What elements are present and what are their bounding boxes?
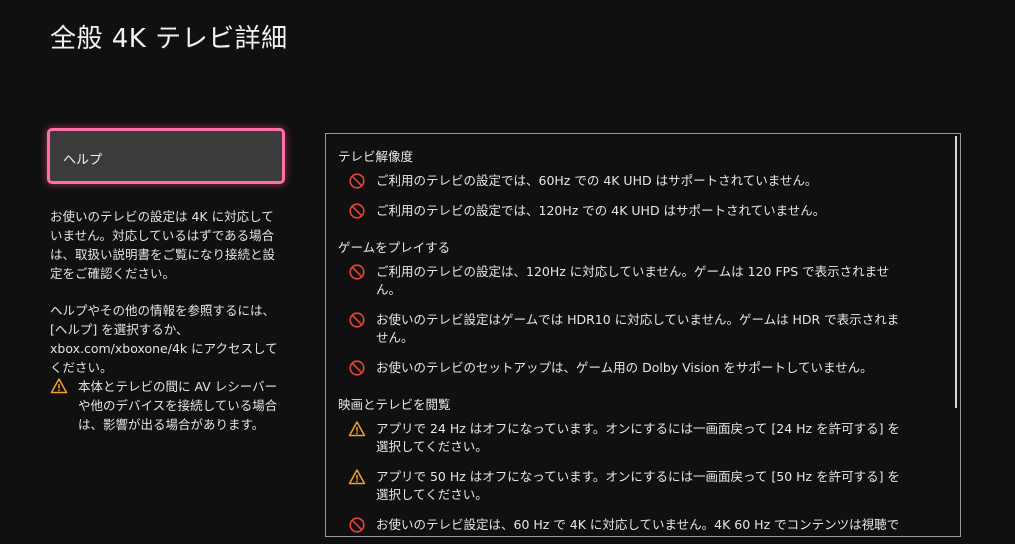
list-item: アプリで 50 Hz はオフになっています。オンにするには一画面戻って [50 … xyxy=(348,468,908,504)
page-title: 全般 4K テレビ詳細 xyxy=(50,24,288,54)
scrollbar[interactable] xyxy=(955,136,957,408)
prohibited-icon xyxy=(348,202,366,220)
list-item: お使いのテレビのセットアップは、ゲーム用の Dolby Vision をサポート… xyxy=(348,359,908,377)
item-text: アプリで 50 Hz はオフになっています。オンにするには一画面戻って [50 … xyxy=(376,469,900,502)
item-text: アプリで 24 Hz はオフになっています。オンにするには一画面戻って [24 … xyxy=(376,421,900,454)
details-panel[interactable]: テレビ解像度 ご利用のテレビの設定では、60Hz での 4K UHD はサポート… xyxy=(325,133,961,537)
info-paragraph: お使いのテレビの設定は 4K に対応していません。対応しているはずである場合は、… xyxy=(50,209,276,281)
section-title-gaming: ゲームをプレイする xyxy=(338,240,451,255)
item-text: ご利用のテレビの設定では、120Hz での 4K UHD はサポートされていませ… xyxy=(376,203,826,218)
item-text: ご利用のテレビの設定は、120Hz に対応していません。ゲームは 120 FPS… xyxy=(376,264,890,297)
item-text: お使いのテレビ設定は、60 Hz で 4K に対応していません。4K 60 Hz… xyxy=(376,517,900,536)
prohibited-icon xyxy=(348,172,366,190)
item-text: お使いのテレビ設定はゲームでは HDR10 に対応していません。ゲームは HDR… xyxy=(376,312,900,345)
help-info-paragraph: ヘルプやその他の情報を参照するには、[ヘルプ] を選択するか、xbox.com/… xyxy=(50,303,278,375)
prohibited-icon xyxy=(348,359,366,377)
list-item: ご利用のテレビの設定では、120Hz での 4K UHD はサポートされていませ… xyxy=(348,202,908,220)
list-item: アプリで 24 Hz はオフになっています。オンにするには一画面戻って [24 … xyxy=(348,420,908,456)
section-title-tv-resolution: テレビ解像度 xyxy=(338,149,414,164)
prohibited-icon xyxy=(348,311,366,329)
item-text: ご利用のテレビの設定では、60Hz での 4K UHD はサポートされていません… xyxy=(376,173,818,188)
list-item: お使いのテレビ設定は、60 Hz で 4K に対応していません。4K 60 Hz… xyxy=(348,516,908,536)
prohibited-icon xyxy=(348,263,366,281)
warning-text: 本体とテレビの間に AV レシーバーや他のデバイスを接続している場合は、影響が出… xyxy=(78,379,278,432)
warning-icon xyxy=(50,377,68,395)
item-text: お使いのテレビのセットアップは、ゲーム用の Dolby Vision をサポート… xyxy=(376,360,873,375)
prohibited-icon xyxy=(348,516,366,534)
receiver-warning: 本体とテレビの間に AV レシーバーや他のデバイスを接続している場合は、影響が出… xyxy=(50,377,290,434)
help-button[interactable]: ヘルプ xyxy=(47,128,285,184)
warning-icon xyxy=(348,468,366,486)
section-title-movies-tv: 映画とテレビを閲覧 xyxy=(338,397,451,412)
list-item: お使いのテレビ設定はゲームでは HDR10 に対応していません。ゲームは HDR… xyxy=(348,311,908,347)
list-item: ご利用のテレビの設定では、60Hz での 4K UHD はサポートされていません… xyxy=(348,172,908,190)
warning-icon xyxy=(348,420,366,438)
list-item: ご利用のテレビの設定は、120Hz に対応していません。ゲームは 120 FPS… xyxy=(348,263,908,299)
